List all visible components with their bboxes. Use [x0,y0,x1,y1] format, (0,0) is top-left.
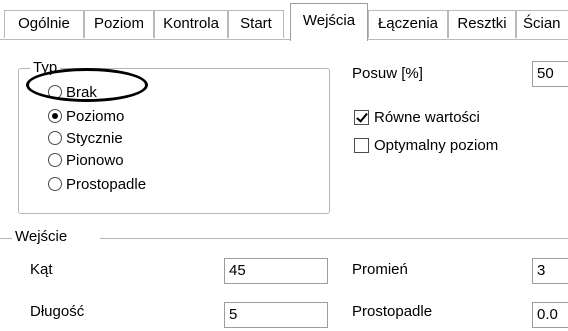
dlugosc-label: Długość [30,303,85,320]
tab-strip: Ogólnie Poziom Kontrola Start Wejścia Łą… [0,0,568,41]
rowne-wartosci-label: Równe wartości [374,108,480,126]
tab-laczenia[interactable]: Łączenia [368,10,448,38]
tab-ogolnie[interactable]: Ogólnie [4,10,84,38]
radio-brak[interactable]: Brak [48,82,97,102]
optymalny-poziom-label: Optymalny poziom [374,136,499,154]
radio-prostopadle-indicator[interactable] [48,177,62,191]
radio-pionowo-indicator[interactable] [48,153,62,167]
wejscie-group-title: Wejście [12,229,71,245]
prostopadle-field-label: Prostopadle [352,303,433,320]
promien-label: Promień [352,261,408,278]
optymalny-poziom-checkbox[interactable]: Optymalny poziom [354,134,498,156]
rowne-wartosci-checkbox[interactable]: Równe wartości [354,106,480,128]
tab-poziom[interactable]: Poziom [84,10,154,38]
radio-stycznie-indicator[interactable] [48,131,62,145]
tab-start[interactable]: Start [228,10,284,38]
radio-poziomo-indicator[interactable] [48,109,62,123]
posuw-label: Posuw [%] [352,65,423,82]
radio-brak-label: Brak [66,83,97,101]
optymalny-poziom-box[interactable] [354,137,369,153]
tab-scian[interactable]: Ścian [516,10,568,38]
radio-stycznie[interactable]: Stycznie [48,128,123,148]
radio-pionowo[interactable]: Pionowo [48,150,124,170]
posuw-input[interactable]: 50 [532,61,568,87]
radio-prostopadle[interactable]: Prostopadle [48,174,146,194]
tab-resztki[interactable]: Resztki [448,10,516,38]
rowne-wartosci-box[interactable] [354,109,369,125]
radio-poziomo-label: Poziomo [66,107,125,125]
prostopadle-input[interactable]: 0.0 [532,302,568,328]
radio-stycznie-label: Stycznie [66,129,123,147]
radio-brak-indicator[interactable] [48,85,62,99]
kat-label: Kąt [30,261,53,278]
promien-input[interactable]: 3 [532,258,568,284]
kat-input[interactable]: 45 [224,258,328,284]
radio-pionowo-label: Pionowo [66,151,124,169]
wejscie-group-border [100,238,568,239]
typ-group-title: Typ [30,60,61,76]
dlugosc-input[interactable]: 5 [224,302,328,328]
wejscie-group-left-tick [0,238,12,239]
tab-wejscia[interactable]: Wejścia [290,3,368,41]
radio-prostopadle-label: Prostopadle [66,175,147,193]
tab-kontrola[interactable]: Kontrola [154,10,228,38]
radio-poziomo[interactable]: Poziomo [48,106,124,126]
